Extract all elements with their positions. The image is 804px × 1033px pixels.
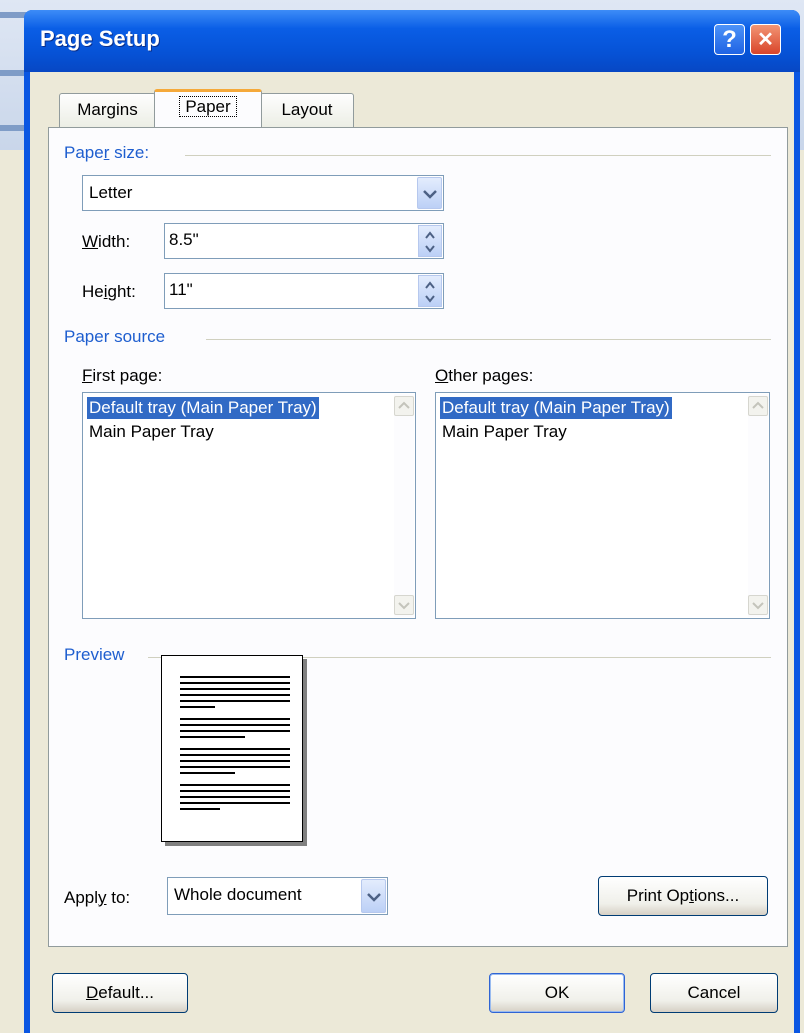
print-options-label-part: Print Op xyxy=(626,886,690,905)
list-item[interactable]: Default tray (Main Paper Tray) xyxy=(440,397,672,419)
preview-text-line xyxy=(180,766,290,768)
preview-text-line xyxy=(180,700,290,702)
other-pages-tray-list[interactable]: Default tray (Main Paper Tray) Main Pape… xyxy=(435,392,770,619)
scrollbar[interactable] xyxy=(748,394,768,617)
apply-to-label-accel: y xyxy=(98,888,107,907)
help-button[interactable]: ? xyxy=(714,24,745,55)
print-options-button[interactable]: Print Options... xyxy=(598,876,768,916)
dialog-title: Page Setup xyxy=(40,26,160,51)
first-page-label-accel: F xyxy=(82,366,93,385)
tab-paper[interactable]: Paper xyxy=(154,89,262,127)
height-label: Height: xyxy=(82,282,136,302)
group-divider xyxy=(206,339,771,340)
height-label-part: ght: xyxy=(107,282,136,301)
preview-text-line xyxy=(180,748,290,750)
width-stepper[interactable]: 8.5" xyxy=(164,223,444,259)
list-item[interactable]: Main Paper Tray xyxy=(440,421,569,443)
scrollbar[interactable] xyxy=(394,394,414,617)
title-bar[interactable]: Page Setup ? ✕ xyxy=(24,10,800,72)
apply-to-label: Apply to: xyxy=(64,888,130,908)
preview-text-line xyxy=(180,796,290,798)
preview-text-line xyxy=(180,718,290,720)
chevron-down-icon[interactable] xyxy=(417,177,442,209)
dialog-client-area: Margins Paper Layout Paper size: Letter … xyxy=(30,72,794,1033)
default-label-part: efault... xyxy=(98,983,155,1002)
page-preview xyxy=(161,655,303,842)
other-pages-label-part: ther pages: xyxy=(448,366,534,385)
preview-group-label: Preview xyxy=(64,645,125,664)
paper-source-group-label: Paper source xyxy=(64,327,166,346)
preview-text-line xyxy=(180,730,290,732)
preview-text-line xyxy=(180,706,215,708)
paper-size-group-label: Paper size: xyxy=(64,143,149,163)
preview-text-line xyxy=(180,688,290,690)
print-options-label-part: ions... xyxy=(693,886,740,905)
preview-text-line xyxy=(180,772,235,774)
tab-paper-label: Paper xyxy=(179,96,237,117)
list-item[interactable]: Default tray (Main Paper Tray) xyxy=(87,397,319,419)
preview-text-line xyxy=(180,694,290,696)
paper-size-value: Letter xyxy=(89,183,133,202)
default-button[interactable]: Default... xyxy=(52,973,188,1013)
tab-margins[interactable]: Margins xyxy=(59,93,156,127)
group-divider xyxy=(185,155,771,156)
width-value: 8.5" xyxy=(169,230,199,249)
preview-text-line xyxy=(180,724,290,726)
default-label-accel: D xyxy=(85,983,99,1002)
close-button[interactable]: ✕ xyxy=(750,24,781,55)
preview-text-line xyxy=(180,808,220,810)
preview-text-line xyxy=(180,736,245,738)
scroll-up-icon[interactable] xyxy=(394,396,414,416)
height-value: 11" xyxy=(169,280,193,299)
preview-text-line xyxy=(180,802,290,804)
tab-layout-label: Layout xyxy=(281,100,333,119)
spin-arrows-icon[interactable] xyxy=(418,275,442,307)
paper-size-label-part: size: xyxy=(109,143,150,162)
preview-text-line xyxy=(180,754,290,756)
paper-size-label-part: Pape xyxy=(64,143,104,162)
first-page-label-part: irst page: xyxy=(92,366,163,385)
preview-text-line xyxy=(180,676,290,678)
apply-to-select[interactable]: Whole document xyxy=(167,877,388,915)
other-pages-label-accel: O xyxy=(435,366,449,385)
apply-to-label-part: to: xyxy=(106,888,131,907)
height-stepper[interactable]: 11" xyxy=(164,273,444,309)
ok-button[interactable]: OK xyxy=(489,973,625,1013)
list-item[interactable]: Main Paper Tray xyxy=(87,421,216,443)
width-label-accel: W xyxy=(82,232,99,251)
height-label-part: He xyxy=(82,282,104,301)
width-label-part: idth: xyxy=(98,232,131,251)
scroll-up-icon[interactable] xyxy=(748,396,768,416)
scroll-down-icon[interactable] xyxy=(394,595,414,615)
preview-text-line xyxy=(180,790,290,792)
tab-margins-label: Margins xyxy=(77,100,138,119)
tab-layout[interactable]: Layout xyxy=(260,93,354,127)
page-setup-dialog: Page Setup ? ✕ Margins Paper Layout Pape… xyxy=(24,10,800,1033)
cancel-button[interactable]: Cancel xyxy=(650,973,778,1013)
preview-text-line xyxy=(180,784,290,786)
chevron-down-icon[interactable] xyxy=(361,879,386,913)
apply-to-label-part: Appl xyxy=(64,888,99,907)
apply-to-value: Whole document xyxy=(174,885,302,904)
paper-size-select[interactable]: Letter xyxy=(82,175,444,211)
preview-text-line xyxy=(180,760,290,762)
first-page-tray-list[interactable]: Default tray (Main Paper Tray) Main Pape… xyxy=(82,392,416,619)
width-label: Width: xyxy=(82,232,130,252)
spin-arrows-icon[interactable] xyxy=(418,225,442,257)
preview-text-line xyxy=(180,682,290,684)
first-page-label: First page: xyxy=(82,366,162,386)
other-pages-label: Other pages: xyxy=(435,366,533,386)
scroll-down-icon[interactable] xyxy=(748,595,768,615)
